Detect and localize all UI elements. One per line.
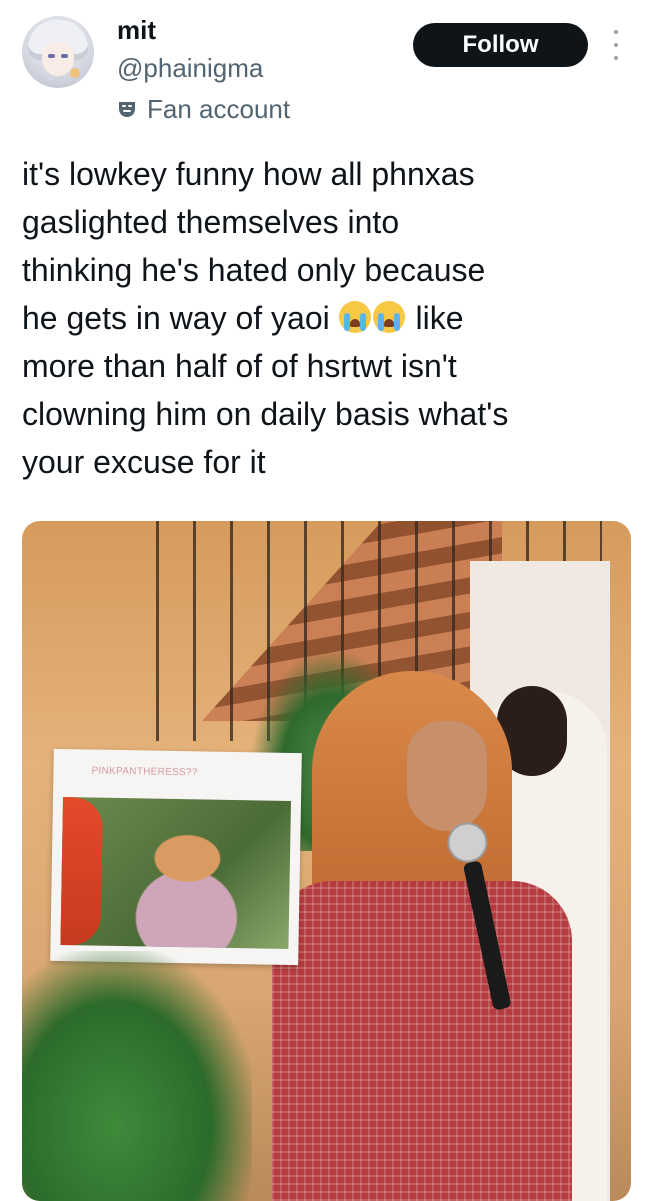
dot [614,43,618,47]
tweet-photo[interactable]: PINKPANTHERESS?? [22,521,631,1201]
loudly-crying-face-icon [338,301,371,333]
tweet-line: clowning him on daily basis what's [22,396,509,432]
sign-photo-red-figure [60,797,104,946]
mask-icon [119,102,135,117]
sign-text: PINKPANTHERESS?? [91,765,198,779]
more-options-icon[interactable] [606,30,626,60]
user-handle[interactable]: @phainigma [117,52,263,84]
avatar-eye [48,54,55,58]
loudly-crying-face-icon [372,301,405,333]
display-name[interactable]: mit [117,14,156,46]
tweet-text: it's lowkey funny how all phnxas gasligh… [22,150,637,486]
fan-account-badge[interactable]: Fan account [117,92,290,126]
dot [614,30,618,34]
avatar-accessory [70,68,80,78]
held-sign: PINKPANTHERESS?? [50,748,302,966]
sign-photo [60,797,291,949]
tweet-line: thinking he's hated only because [22,252,486,288]
tweet-line-part: he gets in way of yaoi [22,300,330,336]
plant [22,951,252,1201]
badge-label: Fan account [147,93,291,124]
tweet-line: gaslighted themselves into [22,204,400,240]
tweet-line: your excuse for it [22,444,266,480]
tweet-line: more than half of of hsrtwt isn't [22,348,457,384]
dot [614,56,618,60]
woman-face [407,721,487,831]
tweet-line: he gets in way of yaoi like [22,294,637,342]
avatar[interactable] [22,16,94,88]
avatar-eye [61,54,68,58]
microphone-head [443,818,492,867]
tweet-line-part: like [415,300,464,336]
tweet-line: it's lowkey funny how all phnxas [22,156,475,192]
plaid-jacket [272,881,572,1201]
follow-button[interactable]: Follow [413,23,588,67]
